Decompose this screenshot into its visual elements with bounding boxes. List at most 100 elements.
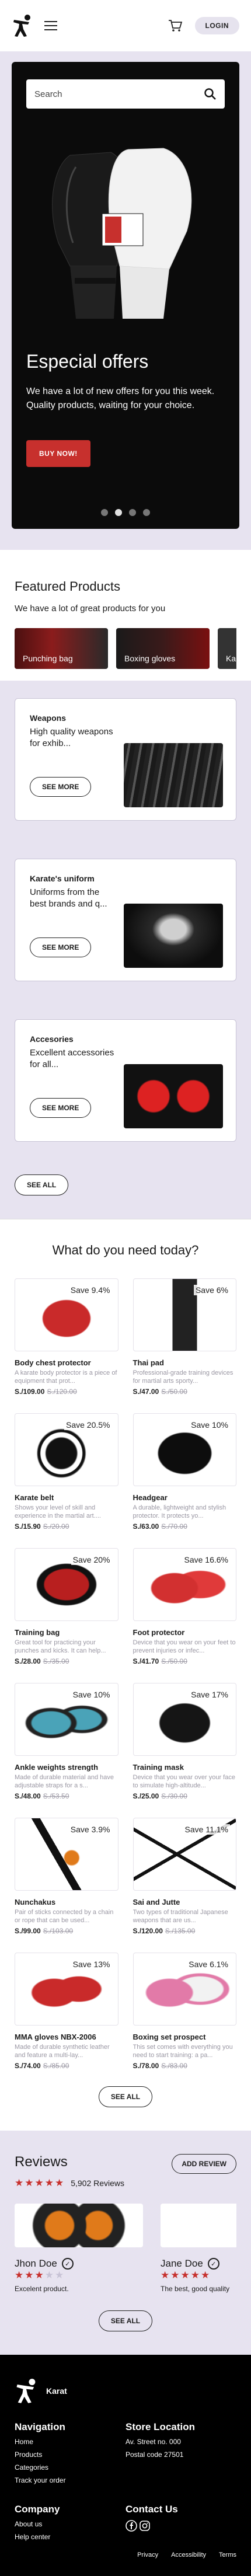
product-image[interactable]: Save 17% xyxy=(133,1683,236,1756)
products-title: What do you need today? xyxy=(52,1243,199,1257)
terms-link[interactable]: Terms xyxy=(219,2551,236,2558)
product-name[interactable]: Training bag xyxy=(15,1628,118,1637)
cart-icon[interactable] xyxy=(168,19,182,32)
product-price: S./47.00 xyxy=(133,1388,159,1396)
search-bar[interactable]: Search xyxy=(26,79,225,109)
product-image[interactable]: Save 6.1% xyxy=(133,1953,236,2026)
product-image[interactable]: Save 20.5% xyxy=(15,1413,118,1486)
chip-label: Punching bag xyxy=(23,654,73,663)
chip-karate[interactable]: Ka xyxy=(218,628,236,669)
discount-badge: Save 6% xyxy=(193,1285,230,1295)
product-name[interactable]: Body chest protector xyxy=(15,1358,118,1367)
product-old-price: S./50.00 xyxy=(161,1657,187,1665)
site-footer: Karat Navigation Home Products Categorie… xyxy=(0,2355,251,2576)
product-card[interactable]: Save 13% MMA gloves NBX-2006 Made of durab… xyxy=(15,1953,118,2070)
reviews-see-all-button[interactable]: SEE ALL xyxy=(98,2310,153,2331)
product-name[interactable]: Sai and Jutte xyxy=(133,1898,237,1906)
product-old-price: S./20.00 xyxy=(43,1522,69,1531)
product-image[interactable]: Save 11.1% xyxy=(133,1818,236,1891)
product-card[interactable]: Save 10% Ankle weights strength Made of du… xyxy=(15,1683,118,1800)
review-card: Jhon Doe ✓ ★★★★★ Excelent product. xyxy=(15,2204,143,2293)
product-image[interactable]: Save 3.9% xyxy=(15,1818,118,1891)
login-button[interactable]: LOGIN xyxy=(194,17,239,34)
footer-company: Company About us Help center xyxy=(15,2504,126,2546)
product-card[interactable]: Save 16.6% Foot protector Device that you … xyxy=(133,1548,237,1665)
category-card-accesories[interactable]: Accesories Excellent accessories for all… xyxy=(15,1019,236,1142)
product-price: S./74.00 xyxy=(15,2062,41,2070)
footer-link-categories[interactable]: Categories xyxy=(15,2463,126,2472)
chip-boxing-gloves[interactable]: Boxing gloves xyxy=(116,628,210,669)
category-desc: High quality weapons for exhib... xyxy=(30,727,113,748)
carousel-dot[interactable] xyxy=(129,509,136,516)
facebook-icon[interactable] xyxy=(126,2520,137,2532)
footer-link-products[interactable]: Products xyxy=(15,2450,126,2459)
product-name[interactable]: Nunchakus xyxy=(15,1898,118,1906)
buy-now-button[interactable]: BUY NOW! xyxy=(26,440,90,467)
carousel-dot[interactable] xyxy=(115,509,122,516)
products-see-all-button[interactable]: SEE ALL xyxy=(98,2086,153,2107)
discount-badge: Save 17% xyxy=(189,1689,230,1700)
review-list: Jhon Doe ✓ ★★★★★ Excelent product. Jane … xyxy=(15,2204,236,2293)
footer-link-track-order[interactable]: Track your order xyxy=(15,2476,126,2484)
product-card[interactable]: Save 9.4% Body chest protector A karate bo… xyxy=(15,1278,118,1396)
categories-see-all-button[interactable]: SEE ALL xyxy=(15,1174,69,1195)
product-price: S./48.00 xyxy=(15,1792,41,1800)
carousel-dot[interactable] xyxy=(143,509,150,516)
product-card[interactable]: Save 11.1% Sai and Jutte Two types of trad… xyxy=(133,1818,237,1935)
product-description: A durable, lightweight and stylish prote… xyxy=(133,1504,226,1519)
product-image[interactable]: Save 10% xyxy=(15,1683,118,1756)
karate-logo-icon[interactable] xyxy=(12,14,33,37)
see-more-button[interactable]: SEE MORE xyxy=(30,1098,92,1118)
karate-logo-icon[interactable] xyxy=(15,2378,38,2404)
product-name[interactable]: Ankle weights strength xyxy=(15,1763,118,1772)
product-image[interactable]: Save 9.4% xyxy=(15,1278,118,1351)
privacy-link[interactable]: Privacy xyxy=(137,2551,158,2558)
product-image[interactable]: Save 20% xyxy=(15,1548,118,1621)
product-image[interactable]: Save 10% xyxy=(133,1413,236,1486)
product-name[interactable]: Foot protector xyxy=(133,1628,237,1637)
product-old-price: S./103.00 xyxy=(43,1927,74,1935)
product-name[interactable]: Boxing set prospect xyxy=(133,2033,237,2041)
see-more-button[interactable]: SEE MORE xyxy=(30,937,92,957)
accessibility-link[interactable]: Accessibility xyxy=(171,2551,206,2558)
review-card: Jane Doe ✓ ★★★★★ The best, good quality xyxy=(161,2204,236,2293)
product-card[interactable]: Save 20.5% Karate belt Shows your level of… xyxy=(15,1413,118,1531)
chip-punching-bag[interactable]: Punching bag xyxy=(15,628,108,669)
footer-link-home[interactable]: Home xyxy=(15,2438,126,2446)
product-card[interactable]: Save 3.9% Nunchakus Pair of sticks connect… xyxy=(15,1818,118,1935)
see-more-button[interactable]: SEE MORE xyxy=(30,777,92,797)
search-icon[interactable] xyxy=(204,88,217,100)
discount-badge: Save 11.1% xyxy=(183,1824,230,1835)
reviews-summary: ★★★★★ 5,902 Reviews xyxy=(15,2177,236,2189)
footer-link-help[interactable]: Help center xyxy=(15,2533,126,2541)
hamburger-menu-icon[interactable] xyxy=(44,21,57,30)
category-desc: Excellent accessories for all... xyxy=(30,1048,114,1069)
product-image[interactable]: Save 16.6% xyxy=(133,1548,236,1621)
search-input[interactable]: Search xyxy=(34,89,204,99)
hero-title: Especial offers xyxy=(26,351,149,372)
product-name[interactable]: Headgear xyxy=(133,1493,237,1502)
product-name[interactable]: Karate belt xyxy=(15,1493,118,1502)
product-name[interactable]: Thai pad xyxy=(133,1358,237,1367)
reviews-title: Reviews xyxy=(15,2154,68,2170)
footer-link-about[interactable]: About us xyxy=(15,2520,126,2528)
add-review-button[interactable]: ADD REVIEW xyxy=(172,2154,236,2174)
product-old-price: S./83.00 xyxy=(161,2062,187,2070)
product-name[interactable]: Training mask xyxy=(133,1763,237,1772)
verified-check-icon: ✓ xyxy=(207,2258,219,2270)
product-image[interactable]: Save 6% xyxy=(133,1278,236,1351)
product-price: S./25.00 xyxy=(133,1792,159,1800)
product-name[interactable]: MMA gloves NBX-2006 xyxy=(15,2033,118,2041)
review-text: Excelent product. xyxy=(15,2285,69,2293)
product-card[interactable]: Save 6.1% Boxing set prospect This set com… xyxy=(133,1953,237,2070)
category-card-uniform[interactable]: Karate's uniform Uniforms from the best … xyxy=(15,859,236,981)
category-card-weapons[interactable]: Weapons High quality weapons for exhib..… xyxy=(15,698,236,821)
product-card[interactable]: Save 6% Thai pad Professional-grade traini… xyxy=(133,1278,237,1396)
product-card[interactable]: Save 17% Training mask Device that you wea… xyxy=(133,1683,237,1800)
instagram-icon[interactable] xyxy=(139,2520,151,2532)
product-card[interactable]: Save 20% Training bag Great tool for pract… xyxy=(15,1548,118,1665)
product-description: Shows your level of skill and experience… xyxy=(15,1504,101,1519)
product-image[interactable]: Save 13% xyxy=(15,1953,118,2026)
product-card[interactable]: Save 10% Headgear A durable, lightweight a… xyxy=(133,1413,237,1531)
carousel-dot[interactable] xyxy=(101,509,108,516)
